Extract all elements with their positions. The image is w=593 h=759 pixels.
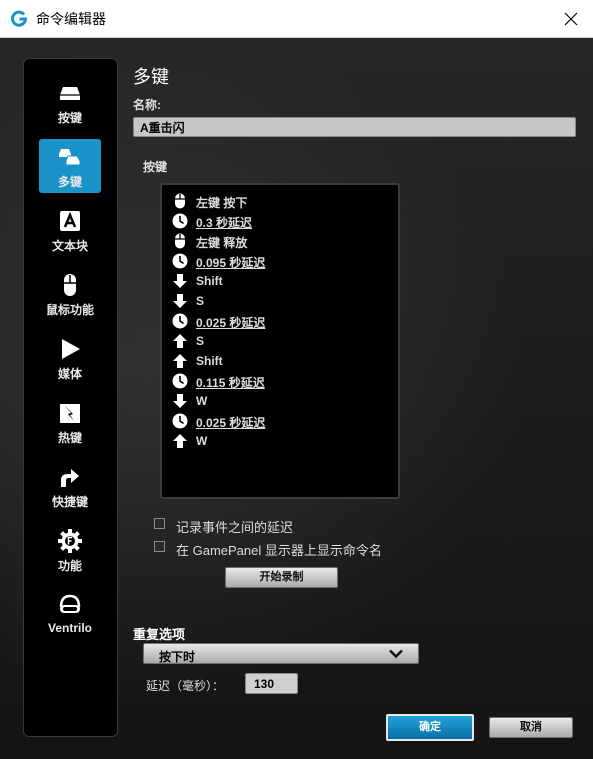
record-delays-checkbox[interactable]: 记录事件之间的延迟	[154, 516, 454, 535]
sidebar-item-ventrilo[interactable]: Ventrilo	[39, 587, 101, 641]
sidebar-item-shortcut[interactable]: 快捷键	[39, 459, 101, 513]
sidebar-item-label: 鼠标功能	[45, 303, 94, 317]
logitech-g-icon	[10, 10, 28, 28]
event-text: 0.3 秒延迟	[196, 216, 253, 230]
sidebar-item-function[interactable]: 功能	[39, 523, 101, 577]
chevron-down-icon	[389, 649, 403, 659]
sidebar-item-text-block[interactable]: 文本块	[39, 203, 101, 257]
arrow-up-icon	[173, 334, 187, 348]
headset-icon	[59, 594, 81, 613]
mouse-icon	[64, 274, 76, 296]
text-block-icon	[60, 211, 80, 231]
sidebar-item-label: 媒体	[57, 367, 82, 381]
event-text: S	[196, 294, 205, 308]
ok-button[interactable]: 确定	[386, 714, 474, 741]
keystrokes-label: 按键	[143, 160, 168, 174]
clock-icon	[172, 253, 188, 269]
list-item[interactable]: 0.3 秒延迟	[172, 212, 392, 230]
list-item[interactable]: 左键 按下	[172, 192, 392, 210]
clock-icon	[172, 313, 188, 329]
event-text: 0.025 秒延迟	[196, 316, 266, 330]
event-text: W	[196, 434, 208, 448]
list-item[interactable]: 0.025 秒延迟	[172, 312, 392, 330]
event-text: 左键 释放	[196, 236, 248, 250]
arrow-up-icon	[173, 354, 187, 368]
sidebar-item-label: 功能	[57, 559, 82, 573]
checkbox-label: 记录事件之间的延迟	[176, 520, 294, 535]
sidebar-item-multikey[interactable]: 多键	[39, 139, 101, 193]
event-text: 左键 按下	[196, 196, 248, 210]
repeat-options-label: 重复选项	[133, 627, 186, 642]
function-gear-icon	[58, 529, 82, 553]
sidebar-item-label: 快捷键	[51, 495, 88, 509]
multikey-icon	[59, 149, 81, 166]
hotkey-icon	[60, 404, 80, 423]
start-recording-button[interactable]: 开始录制	[225, 567, 338, 588]
list-item[interactable]: Shift	[172, 272, 392, 290]
name-label: 名称:	[133, 98, 161, 112]
sidebar-item-hotkey[interactable]: 热键	[39, 395, 101, 449]
list-item[interactable]: 0.115 秒延迟	[172, 372, 392, 390]
list-item[interactable]: S	[172, 332, 392, 350]
arrow-up-icon	[173, 434, 187, 448]
clock-icon	[172, 413, 188, 429]
delay-ms-label: 延迟（毫秒）：	[146, 679, 225, 693]
close-icon[interactable]	[556, 6, 586, 32]
keycap-icon	[60, 87, 80, 100]
sidebar-item-keystroke[interactable]: 按键	[39, 75, 101, 129]
event-text: Shift	[196, 274, 223, 288]
event-text: W	[196, 394, 208, 408]
page-title: 多键	[133, 67, 169, 87]
dropdown-selected: 按下时	[159, 650, 196, 664]
gamepanel-display-checkbox[interactable]: 在 GamePanel 显示器上显示命令名	[154, 539, 454, 558]
checkbox-box[interactable]	[154, 518, 165, 529]
event-text: Shift	[196, 354, 223, 368]
shortcut-arrow-icon	[61, 469, 79, 487]
arrow-down-icon	[173, 274, 187, 288]
cancel-button[interactable]: 取消	[489, 717, 573, 738]
window-title: 命令编辑器	[36, 11, 106, 27]
list-item[interactable]: 0.095 秒延迟	[172, 252, 392, 270]
sidebar-item-label: 热键	[57, 431, 82, 445]
repeat-options-dropdown[interactable]: 按下时	[143, 643, 419, 664]
arrow-down-icon	[173, 294, 187, 308]
mouse-icon	[175, 233, 185, 249]
list-item[interactable]: W	[172, 392, 392, 410]
command-type-sidebar: 按键 多键 文本块 鼠标功能 媒体 热键 快捷键 功能 Ventrilo	[23, 58, 118, 737]
sidebar-item-label: 文本块	[51, 239, 88, 253]
mouse-icon	[175, 193, 185, 209]
sidebar-item-label: 按键	[57, 111, 82, 125]
event-text: 0.025 秒延迟	[196, 416, 266, 430]
sidebar-item-label: Ventrilo	[47, 621, 92, 635]
list-item[interactable]: S	[172, 292, 392, 310]
list-item[interactable]: 0.025 秒延迟	[172, 412, 392, 430]
list-item[interactable]: W	[172, 432, 392, 450]
checkbox-box[interactable]	[154, 541, 165, 552]
clock-icon	[172, 373, 188, 389]
play-icon	[62, 339, 80, 359]
title-bar: 命令编辑器	[0, 0, 593, 38]
keystroke-list[interactable]: 左键 按下 0.3 秒延迟 左键 释放 0.095 秒延迟 Shift S 0.…	[160, 183, 400, 499]
event-text: S	[196, 334, 205, 348]
delay-ms-input[interactable]	[245, 673, 298, 694]
sidebar-item-media[interactable]: 媒体	[39, 331, 101, 385]
clock-icon	[172, 213, 188, 229]
event-text: 0.095 秒延迟	[196, 256, 266, 270]
checkbox-label: 在 GamePanel 显示器上显示命令名	[176, 543, 382, 558]
sidebar-item-label: 多键	[57, 175, 82, 189]
list-item[interactable]: 左键 释放	[172, 232, 392, 250]
command-name-input[interactable]	[133, 117, 576, 137]
list-item[interactable]: Shift	[172, 352, 392, 370]
sidebar-item-mouse[interactable]: 鼠标功能	[39, 267, 101, 321]
arrow-down-icon	[173, 394, 187, 408]
event-text: 0.115 秒延迟	[196, 376, 265, 390]
